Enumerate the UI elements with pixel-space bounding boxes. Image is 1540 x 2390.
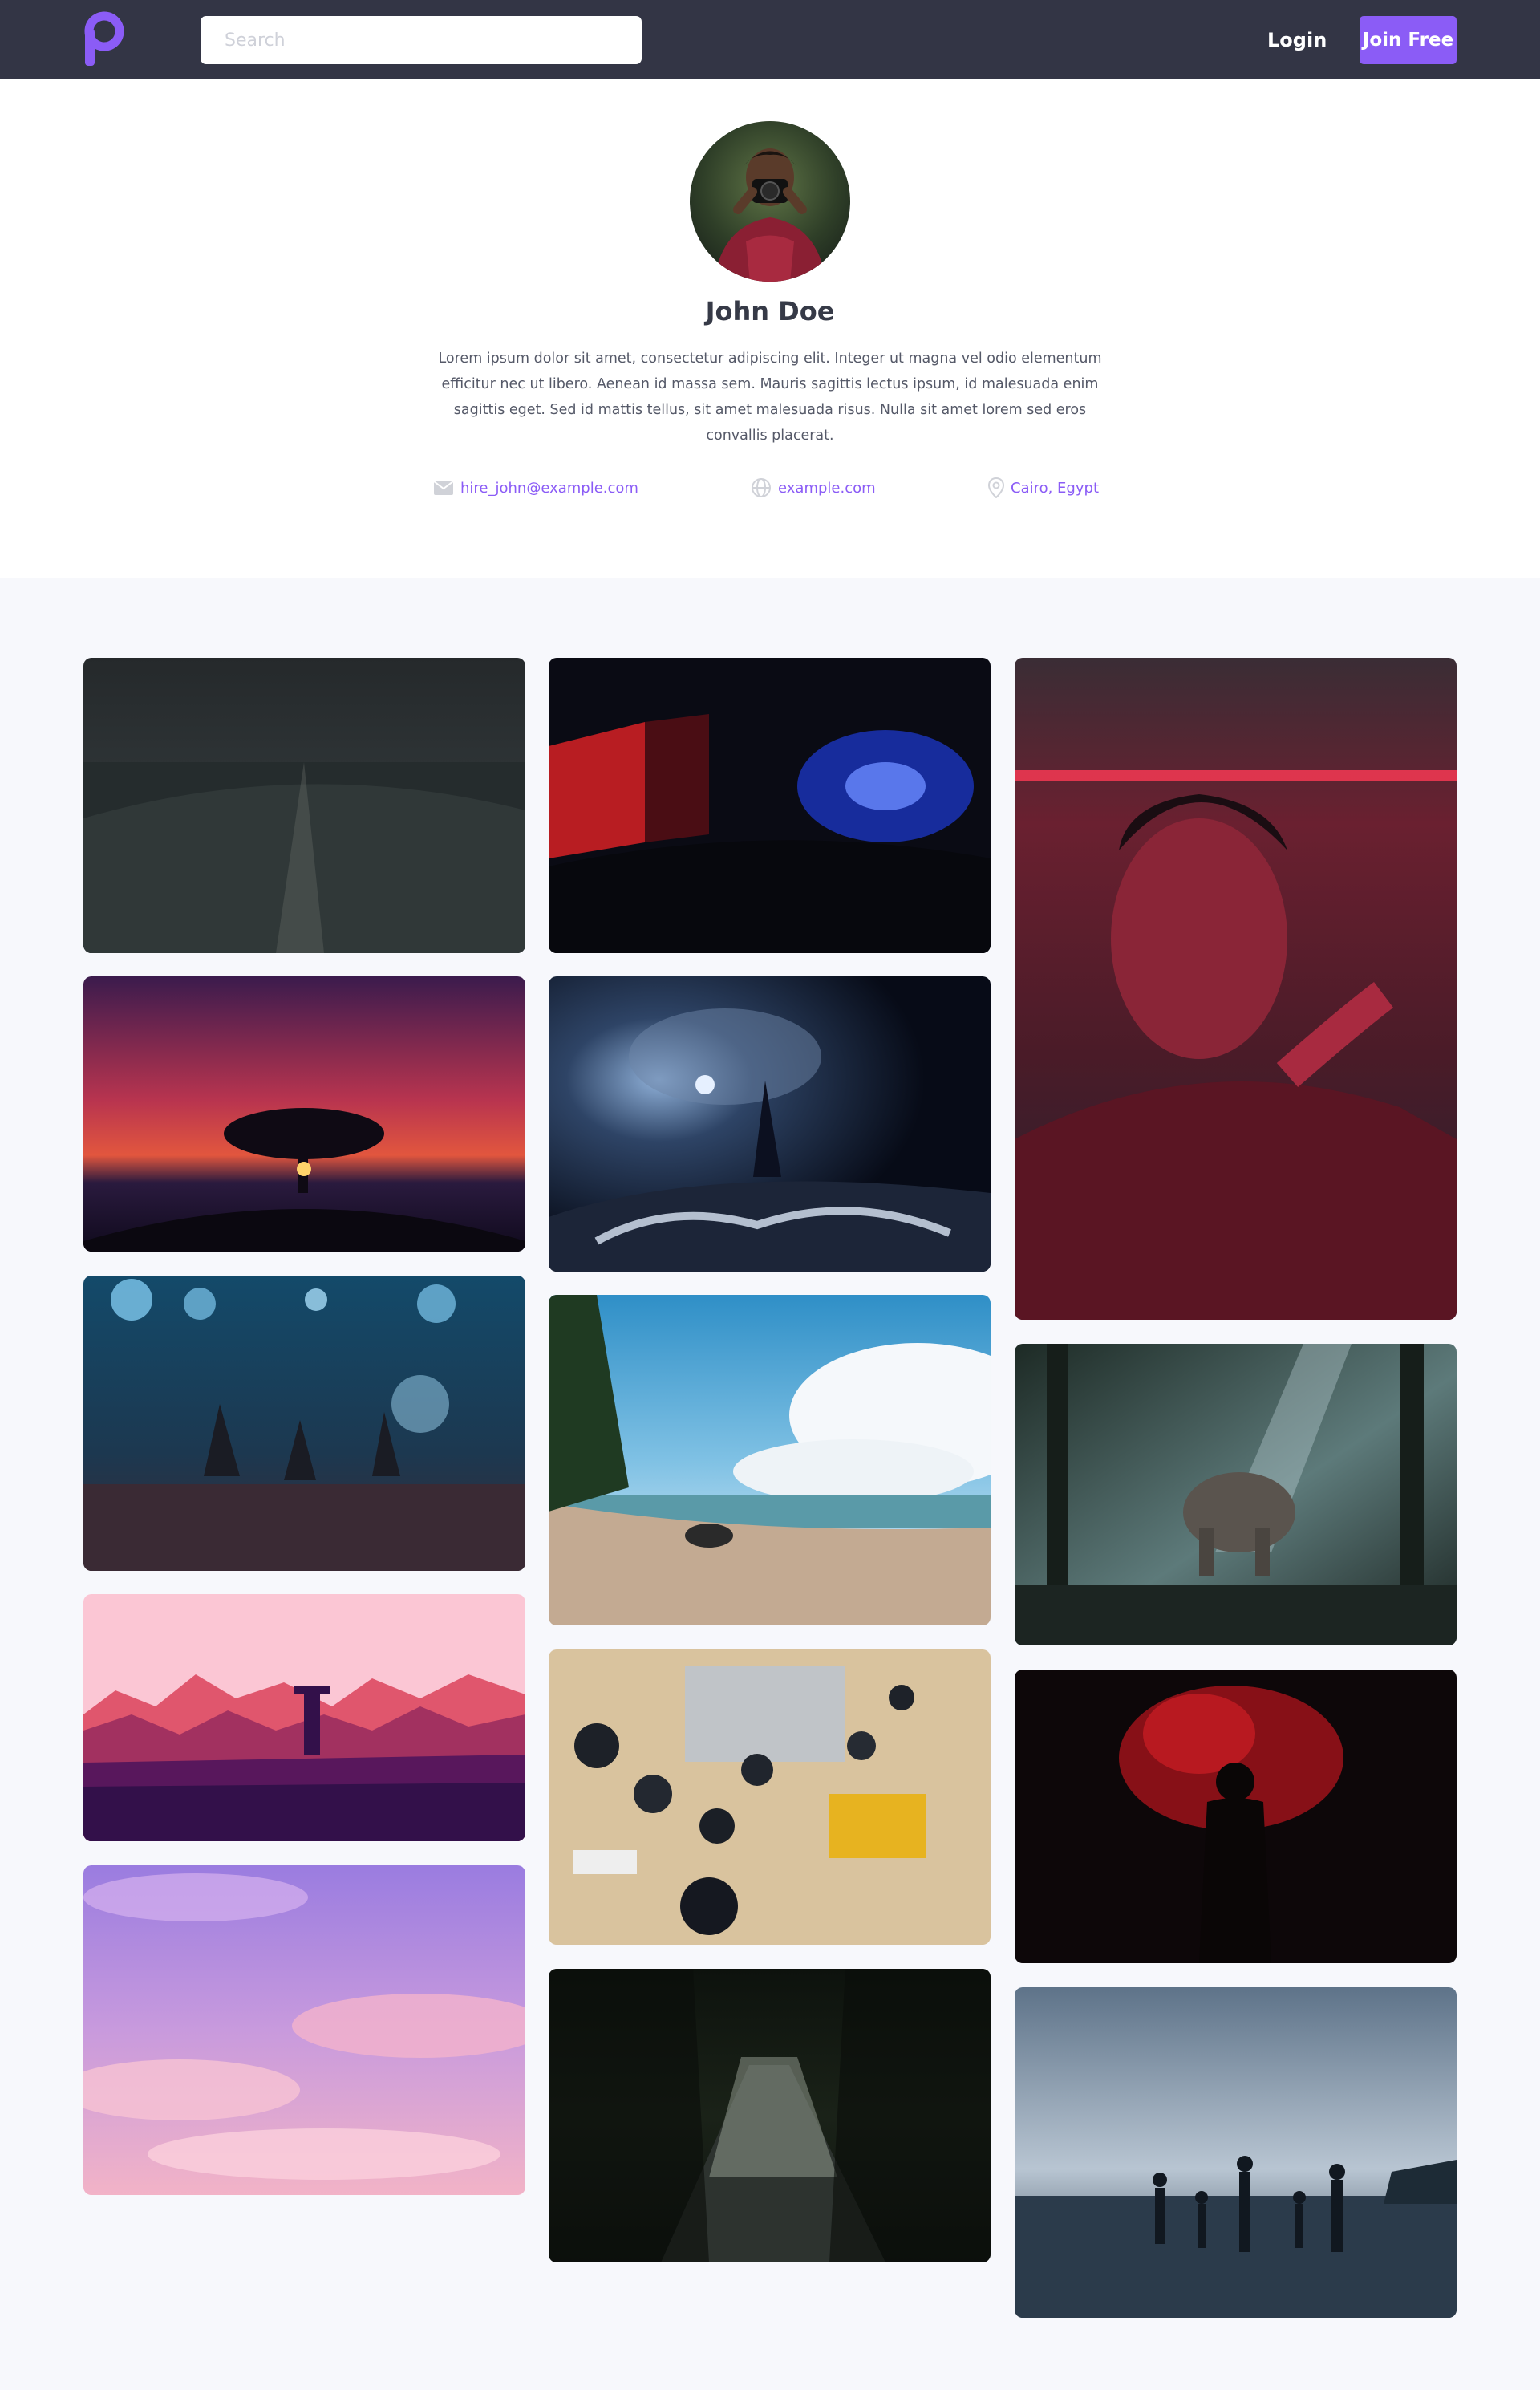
navbar: Login Join Free bbox=[0, 0, 1540, 79]
concert-red-blue-photo[interactable] bbox=[549, 658, 991, 953]
pink-mountains-illustration[interactable] bbox=[83, 1594, 525, 1841]
location-link[interactable]: Cairo, Egypt bbox=[988, 476, 1099, 500]
sunset-tree-photo[interactable] bbox=[83, 976, 525, 1252]
email-link[interactable]: hire_john@example.com bbox=[433, 476, 638, 500]
map-pin-icon bbox=[988, 477, 1004, 498]
login-link[interactable]: Login bbox=[1267, 21, 1327, 59]
stage-blue-lights-photo[interactable] bbox=[83, 1276, 525, 1571]
envelope-icon bbox=[433, 481, 454, 495]
website-link[interactable]: example.com bbox=[751, 476, 876, 500]
p-logo-icon[interactable] bbox=[83, 11, 125, 67]
avatar bbox=[690, 121, 850, 282]
tropical-beach-photo[interactable] bbox=[549, 1295, 991, 1625]
circuit-board-photo[interactable] bbox=[549, 1649, 991, 1945]
red-smoke-silhouette-photo[interactable] bbox=[1015, 1670, 1457, 1963]
profile-section: John Doe Lorem ipsum dolor sit amet, con… bbox=[0, 79, 1540, 578]
email-text: hire_john@example.com bbox=[460, 479, 638, 497]
pink-clouds-sky-photo[interactable] bbox=[83, 1865, 525, 2195]
location-text: Cairo, Egypt bbox=[1011, 479, 1099, 497]
neon-portrait-photo[interactable] bbox=[1015, 658, 1457, 1320]
website-text: example.com bbox=[778, 479, 876, 497]
smoke-flare-photo[interactable] bbox=[549, 976, 991, 1272]
join-free-button[interactable]: Join Free bbox=[1360, 16, 1457, 64]
elephant-forest-photo[interactable] bbox=[1015, 1344, 1457, 1645]
search-input[interactable] bbox=[201, 16, 642, 64]
city-night-photo[interactable] bbox=[83, 658, 525, 953]
globe-icon bbox=[752, 478, 771, 497]
profile-bio: Lorem ipsum dolor sit amet, consectetur … bbox=[438, 351, 1102, 444]
forest-road-photo[interactable] bbox=[549, 1969, 991, 2262]
profile-name: John Doe bbox=[705, 296, 835, 327]
beach-jumping-people-photo[interactable] bbox=[1015, 1987, 1457, 2318]
